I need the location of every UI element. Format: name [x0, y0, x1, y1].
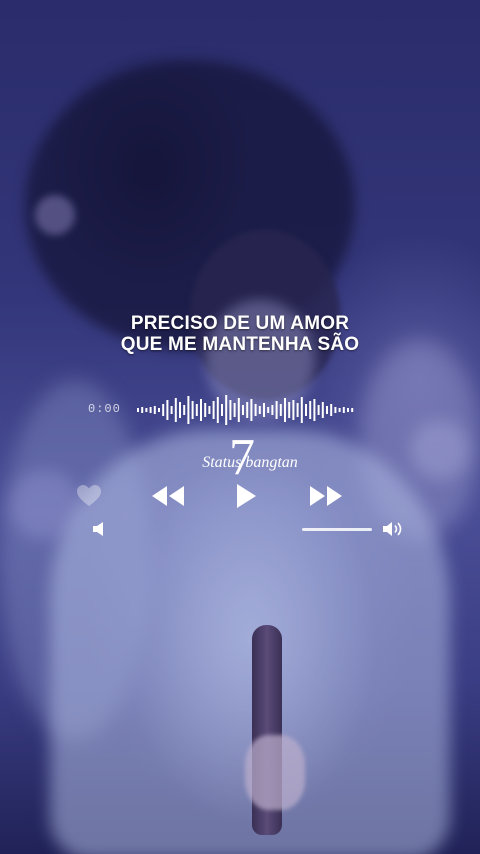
waveform-bar [216, 397, 219, 423]
waveform-bar [187, 396, 190, 424]
waveform-bar [279, 404, 282, 416]
fast-forward-icon[interactable] [308, 484, 344, 508]
waveform-bar [300, 397, 303, 423]
lyrics-line: QUE ME MANTENHA SÃO [120, 334, 360, 355]
audio-waveform-seekbar[interactable] [135, 394, 370, 426]
waveform-bar [271, 405, 274, 415]
waveform-bar [225, 395, 228, 425]
play-icon[interactable] [234, 482, 258, 510]
elapsed-time: 0:00 [88, 402, 121, 416]
waveform-bar [179, 402, 181, 418]
waveform-bar [284, 398, 286, 422]
waveform-bar [351, 408, 354, 412]
waveform-bar [166, 400, 169, 420]
waveform-bar [258, 406, 261, 414]
background-photo-shadow [25, 60, 355, 350]
bokeh-light [35, 195, 75, 235]
waveform-bar [153, 406, 156, 414]
waveform-bar [145, 408, 148, 412]
waveform-bar [250, 399, 253, 421]
waveform-bar [183, 405, 186, 415]
waveform-bar [208, 406, 211, 414]
waveform-bar [305, 404, 307, 416]
waveform-bar [174, 398, 177, 422]
waveform-bar [263, 403, 265, 417]
waveform-bar [191, 401, 194, 419]
microphone-image [252, 625, 282, 835]
waveform-bar [254, 404, 257, 416]
waveform-bar [296, 403, 299, 417]
waveform-bar [246, 402, 249, 418]
lyrics-line: PRECISO DE UM AMOR [130, 313, 350, 334]
waveform-bar [195, 404, 198, 416]
waveform-bar [229, 400, 232, 420]
rewind-icon[interactable] [150, 484, 186, 508]
waveform-bar [212, 401, 215, 419]
speaker-high-icon[interactable] [382, 520, 406, 538]
bokeh-light [10, 470, 80, 540]
waveform-bar [137, 408, 139, 412]
waveform-bar [313, 399, 316, 421]
waveform-bar [267, 407, 270, 413]
heart-icon[interactable] [76, 484, 102, 508]
waveform-bar [275, 401, 278, 419]
background-photo-arm [360, 340, 480, 540]
watermark: 7 Status bangtan [185, 432, 315, 488]
waveform-bar [162, 404, 165, 416]
waveform-bar [330, 404, 333, 416]
watermark-text: Status bangtan [202, 454, 298, 471]
waveform-bar [342, 407, 345, 413]
waveform-bar [221, 404, 223, 416]
waveform-bar [347, 408, 349, 412]
waveform-bar [149, 407, 152, 413]
waveform-bar [233, 403, 236, 417]
waveform-bar [242, 405, 244, 415]
waveform-bar [288, 402, 291, 418]
background-photo-arm [0, 380, 150, 740]
waveform-bar [141, 407, 144, 413]
lyrics-caption: PRECISO DE UM AMOR QUE ME MANTENHA SÃO [0, 313, 480, 355]
waveform-bar [338, 408, 341, 412]
waveform-bar [309, 401, 312, 419]
waveform-bar [292, 400, 295, 420]
waveform-bar [237, 398, 240, 422]
waveform-bar [334, 407, 337, 413]
waveform-bar [326, 406, 328, 414]
waveform-bar [204, 403, 207, 417]
waveform-bar [317, 405, 320, 415]
waveform-bar [321, 402, 324, 418]
video-player-screen: PRECISO DE UM AMOR QUE ME MANTENHA SÃO 0… [0, 0, 480, 854]
bokeh-light [410, 420, 470, 480]
volume-slider[interactable] [302, 528, 372, 531]
waveform-bar [170, 406, 173, 414]
waveform-bar [158, 408, 160, 412]
speaker-low-icon[interactable] [92, 521, 106, 537]
waveform-bar [200, 399, 202, 421]
